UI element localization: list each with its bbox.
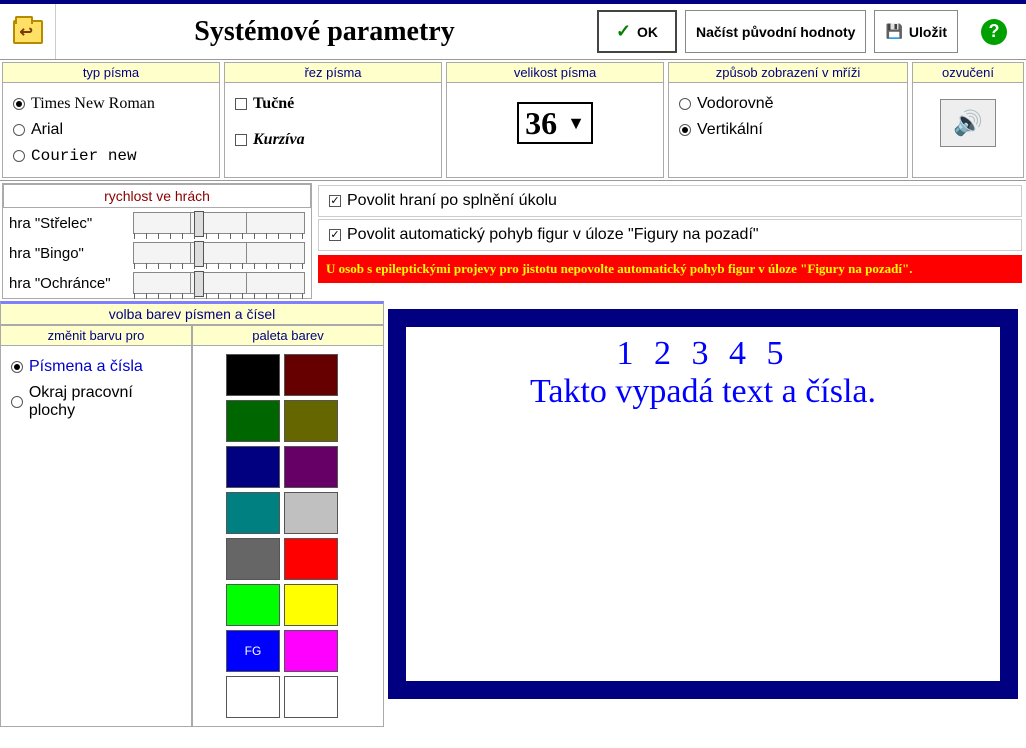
italic-checkbox[interactable]: Kurzíva (235, 127, 431, 153)
reload-label: Načíst původní hodnoty (696, 24, 855, 40)
color-swatch[interactable] (284, 630, 338, 672)
speaker-icon: 🔊 (953, 109, 983, 138)
sound-group: ozvučení 🔊 (912, 62, 1024, 178)
color-swatch[interactable] (226, 584, 280, 626)
color-target-border[interactable]: Okraj pracovní plochy (11, 380, 181, 424)
color-swatch[interactable] (284, 676, 338, 718)
back-button[interactable] (0, 4, 56, 59)
checkbox-icon (235, 134, 247, 146)
check-icon: ✓ (616, 21, 631, 42)
change-for-header: změnit barvu pro (1, 326, 191, 346)
help-icon: ? (981, 19, 1007, 45)
save-icon: 💾 (885, 23, 902, 40)
font-option-courier[interactable]: Courier new (13, 143, 209, 169)
reload-defaults-button[interactable]: Načíst původní hodnoty (685, 10, 866, 53)
save-button[interactable]: 💾 Uložit (874, 10, 958, 53)
color-target-letters[interactable]: Písmena a čísla (11, 354, 181, 380)
game-speed-group: rychlost ve hrách hra "Střelec" hra "Bin… (2, 183, 312, 299)
font-option-tnr[interactable]: Times New Roman (13, 91, 209, 117)
font-size-header: velikost písma (447, 63, 663, 83)
speed-slider[interactable] (133, 242, 305, 264)
font-size-value: 36 (525, 105, 557, 142)
color-swatch[interactable] (226, 538, 280, 580)
color-swatch[interactable] (284, 446, 338, 488)
font-option-arial[interactable]: Arial (13, 117, 209, 143)
ok-label: OK (637, 24, 658, 40)
save-label: Uložit (909, 24, 947, 40)
speed-row: hra "Bingo" (3, 238, 311, 268)
radio-icon (13, 98, 25, 110)
color-swatch[interactable] (284, 354, 338, 396)
radio-icon (11, 361, 23, 373)
sound-toggle-button[interactable]: 🔊 (940, 99, 996, 147)
radio-icon (13, 124, 25, 136)
font-size-group: velikost písma 36 ▼ (446, 62, 664, 178)
color-swatch[interactable] (226, 630, 280, 672)
header-bar: Systémové parametry ✓ OK Načíst původní … (0, 4, 1026, 60)
grid-mode-header: způsob zobrazení v mříži (669, 63, 907, 83)
bold-checkbox[interactable]: Tučné (235, 91, 431, 117)
preview-canvas: 1 2 3 4 5 Takto vypadá text a čísla. (406, 327, 1000, 681)
chevron-down-icon: ▼ (567, 113, 585, 134)
color-swatch[interactable] (226, 354, 280, 396)
ok-button[interactable]: ✓ OK (597, 10, 677, 53)
speed-label: hra "Bingo" (9, 245, 129, 262)
preview-text: Takto vypadá text a čísla. (406, 373, 1000, 411)
sound-header: ozvučení (913, 63, 1023, 83)
speed-slider[interactable] (133, 272, 305, 294)
font-type-group: typ písma Times New Roman Arial Courier … (2, 62, 220, 178)
font-style-header: řez písma (225, 63, 441, 83)
radio-icon (679, 98, 691, 110)
color-swatch[interactable] (226, 446, 280, 488)
allow-auto-checkbox[interactable]: Povolit automatický pohyb figur v úloze … (318, 219, 1022, 251)
color-swatch[interactable] (284, 584, 338, 626)
game-speed-header: rychlost ve hrách (3, 184, 311, 208)
font-type-header: typ písma (3, 63, 219, 83)
color-swatch[interactable] (284, 538, 338, 580)
speed-label: hra "Ochránce" (9, 275, 129, 292)
font-style-group: řez písma Tučné Kurzíva (224, 62, 442, 178)
help-button[interactable]: ? (966, 10, 1022, 53)
color-section-header: volba barev písmen a čísel (0, 301, 384, 325)
preview-numbers: 1 2 3 4 5 (406, 335, 1000, 373)
color-swatch[interactable] (284, 492, 338, 534)
checkbox-icon (329, 229, 341, 241)
color-swatch[interactable] (226, 676, 280, 718)
speed-row: hra "Ochránce" (3, 268, 311, 298)
allow-play-checkbox[interactable]: Povolit hraní po splnění úkolu (318, 185, 1022, 217)
palette-header: paleta barev (193, 326, 383, 346)
font-size-dropdown[interactable]: 36 ▼ (517, 102, 593, 144)
preview-frame: 1 2 3 4 5 Takto vypadá text a čísla. (388, 309, 1018, 699)
epilepsy-warning: U osob s epileptickými projevy pro jisto… (318, 255, 1022, 283)
radio-icon (11, 396, 23, 408)
color-swatch[interactable] (284, 400, 338, 442)
color-swatch[interactable] (226, 492, 280, 534)
speed-row: hra "Střelec" (3, 208, 311, 238)
checkbox-icon (235, 98, 247, 110)
grid-option-vertical[interactable]: Vertikální (679, 117, 897, 143)
color-palette (218, 346, 358, 726)
radio-icon (679, 124, 691, 136)
speed-slider[interactable] (133, 212, 305, 234)
grid-mode-group: způsob zobrazení v mříži Vodorovně Verti… (668, 62, 908, 178)
folder-up-icon (13, 20, 43, 44)
grid-option-horizontal[interactable]: Vodorovně (679, 91, 897, 117)
page-title: Systémové parametry (56, 4, 593, 59)
speed-label: hra "Střelec" (9, 215, 129, 232)
checkbox-icon (329, 195, 341, 207)
color-swatch[interactable] (226, 400, 280, 442)
radio-icon (13, 150, 25, 162)
